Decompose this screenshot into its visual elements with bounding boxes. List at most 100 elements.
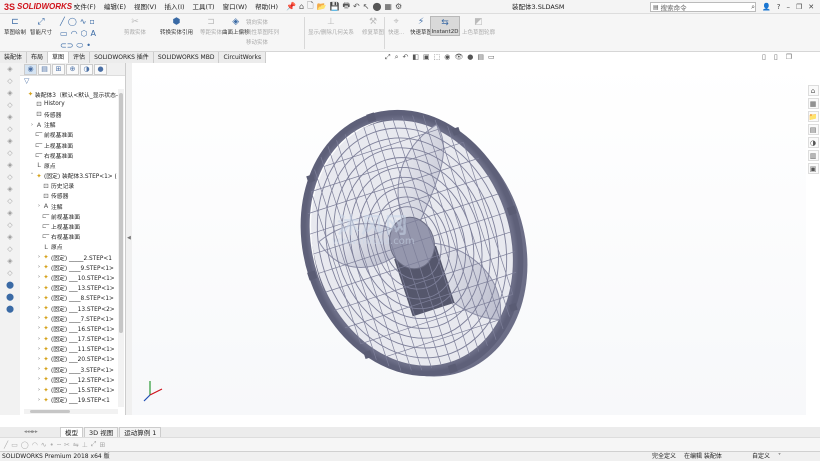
tree-item[interactable]: › A 注解 <box>20 120 118 130</box>
zoom-to-fit-icon[interactable]: ⤢ <box>385 53 391 62</box>
tree-horizontal-scrollbar[interactable] <box>24 409 118 414</box>
help-icon[interactable]: ? <box>777 0 781 14</box>
arc-icon[interactable]: ◠ <box>71 29 78 38</box>
tree-item[interactable]: L 原点 <box>20 242 118 252</box>
tab-1[interactable]: 布局 <box>27 52 49 63</box>
tree-item[interactable]: ⊡ 传感器 <box>20 191 118 201</box>
tree-item[interactable]: L 原点 <box>20 160 118 170</box>
relation-icon[interactable]: ⊥ <box>82 441 88 449</box>
rebuild-icon[interactable]: ⬤ <box>372 2 381 11</box>
text-icon[interactable]: A <box>91 29 96 38</box>
undo-icon[interactable]: ↶ <box>353 2 360 11</box>
dimension-icon[interactable]: ⤢ <box>91 440 97 449</box>
minimize-icon[interactable]: – <box>786 0 790 14</box>
pin-icon[interactable]: 📌 <box>286 2 296 11</box>
strip-tool-icon[interactable]: ◈ <box>0 87 20 99</box>
tree-item[interactable]: › ✦ (固定) ___12.STEP<1> <box>20 374 118 384</box>
strip-tool-icon[interactable]: ◈ <box>0 183 20 195</box>
strip-tool-icon[interactable]: ◇ <box>0 99 20 111</box>
tree-item[interactable]: ⫍ 右视基准面 <box>20 232 118 242</box>
display-style-icon[interactable]: ◉ <box>444 53 450 62</box>
menu-item[interactable]: 编辑(E) <box>100 0 130 14</box>
rapid-sketch-button[interactable]: ⚡ 快速草图 <box>410 16 432 36</box>
menu-item[interactable]: 帮助(H) <box>251 0 282 14</box>
trim-entities-button[interactable]: ✂ 剪裁实体 <box>124 16 146 36</box>
strip-tool-icon[interactable]: ◇ <box>0 75 20 87</box>
previous-view-icon[interactable]: ↶ <box>403 53 409 62</box>
tab-4[interactable]: SOLIDWORKS 插件 <box>90 52 154 63</box>
home-icon[interactable]: ⌂ <box>299 2 304 11</box>
tree-item[interactable]: › A 注解 <box>20 201 118 211</box>
tree-item[interactable]: › ✦ (固定) _____2.STEP<1 <box>20 252 118 262</box>
sketch-button[interactable]: ⊏ 草图绘制 <box>4 16 26 36</box>
strip-tool-icon[interactable]: ◈ <box>0 135 20 147</box>
strip-tool-icon[interactable]: ◈ <box>0 111 20 123</box>
tree-item[interactable]: › ✦ (固定) ____7.STEP<1> <box>20 313 118 323</box>
dynamic-annotation-icon[interactable]: ▣ <box>423 53 430 62</box>
pattern-icon[interactable]: ⊞ <box>100 441 106 449</box>
spline-icon[interactable]: ∿ <box>80 17 87 26</box>
edit-appearance-icon[interactable]: ● <box>467 53 473 62</box>
strip-tool-icon[interactable]: ◇ <box>0 267 20 279</box>
line-icon[interactable]: ╱ <box>4 441 8 449</box>
strip-tool-icon[interactable]: ◇ <box>0 243 20 255</box>
file-explorer-icon[interactable]: 📁 <box>807 111 819 122</box>
shaded-sketch-contours-button[interactable]: ◩ 上色草图轮廓 <box>462 16 495 36</box>
tab-nav-arrows[interactable]: ◂◂◂▸▸ <box>0 429 60 435</box>
tree-item[interactable]: ⫍ 前视基准面 <box>20 211 118 221</box>
tree-item[interactable]: › ✦ (固定) ___19.STEP<1 <box>20 395 118 405</box>
open-icon[interactable]: 📂 <box>317 2 327 11</box>
display-manager-tab-icon[interactable]: ◑ <box>80 63 93 75</box>
save-icon[interactable]: 💾 <box>330 2 340 11</box>
slot-icon[interactable]: ⊂⊃ <box>60 41 73 51</box>
user-icon[interactable]: 👤 <box>762 0 771 14</box>
select-icon[interactable]: ↖ <box>363 2 370 11</box>
bottom-tab-1[interactable]: 3D 视图 <box>84 426 119 438</box>
maximize-viewport-icon[interactable]: ❐ <box>786 53 792 61</box>
strip-tool-icon[interactable]: ⬤ <box>0 303 20 315</box>
fan-3d-model[interactable] <box>132 63 806 415</box>
display-delete-relations-button[interactable]: ⊥ 显示/删除几何关系 <box>308 16 354 36</box>
tree-item[interactable]: ⫍ 上视基准面 <box>20 221 118 231</box>
tree-item[interactable]: ˅ ✦ (固定) 装配体3.STEP<1> ( <box>20 171 118 181</box>
apply-scene-icon[interactable]: ▤ <box>477 53 484 62</box>
view-orientation-icon[interactable]: ⬚ <box>434 53 441 62</box>
tree-item[interactable]: ⫍ 右视基准面 <box>20 150 118 160</box>
restore-icon[interactable]: ❐ <box>796 0 802 14</box>
section-view-icon[interactable]: ◧ <box>412 53 419 62</box>
strip-tool-icon[interactable]: ◈ <box>0 255 20 267</box>
property-manager-tab-icon[interactable]: ▤ <box>38 63 51 75</box>
tile-icon[interactable]: ▯ <box>762 53 766 61</box>
mirror-entities[interactable]: 镜向实体 <box>246 18 268 26</box>
tab-3[interactable]: 评估 <box>69 52 91 63</box>
chevron-down-icon[interactable]: ˅ <box>778 452 781 461</box>
strip-tool-icon[interactable]: ◇ <box>0 219 20 231</box>
offset-entities-button[interactable]: ⊐ 等距实体 <box>200 16 222 36</box>
units-selector[interactable]: 自定义 <box>752 452 770 461</box>
options-icon[interactable]: ⚙ <box>395 2 402 11</box>
polygon-icon[interactable]: ⬡ <box>81 29 88 38</box>
strip-tool-icon[interactable]: ◈ <box>0 63 20 75</box>
view-palette-icon[interactable]: ▤ <box>807 124 819 135</box>
strip-tool-icon[interactable]: ◇ <box>0 123 20 135</box>
construction-icon[interactable]: ▫ <box>89 17 94 26</box>
configuration-manager-tab-icon[interactable]: ⊞ <box>52 63 65 75</box>
tab-5[interactable]: SOLIDWORKS MBD <box>153 52 220 63</box>
custom-properties-icon[interactable]: ▥ <box>807 150 819 161</box>
view-settings-icon[interactable]: ▭ <box>488 53 495 62</box>
mirror-icon[interactable]: ⇋ <box>73 441 79 449</box>
tree-item[interactable]: ⫍ 前视基准面 <box>20 130 118 140</box>
line-icon[interactable]: ╱ <box>60 17 65 26</box>
repair-sketch-button[interactable]: ⚒ 修复草图 <box>362 16 384 36</box>
tab-6[interactable]: CircuitWorks <box>219 52 267 63</box>
close-icon[interactable]: ✕ <box>808 0 814 14</box>
search-icon[interactable]: ⌕ <box>751 3 755 12</box>
appearance-tab-icon[interactable]: ● <box>94 63 107 75</box>
solidworks-resources-icon[interactable]: ⌂ <box>807 85 819 96</box>
file-properties-icon[interactable]: ▦ <box>384 2 392 11</box>
strip-tool-icon[interactable]: ◇ <box>0 195 20 207</box>
smart-dimension-button[interactable]: ⤢ 智能尺寸 <box>30 16 52 36</box>
bottom-tab-2[interactable]: 运动算例 1 <box>119 426 162 438</box>
split-icon[interactable]: ▯ <box>774 53 778 61</box>
strip-tool-icon[interactable]: ⬤ <box>0 279 20 291</box>
